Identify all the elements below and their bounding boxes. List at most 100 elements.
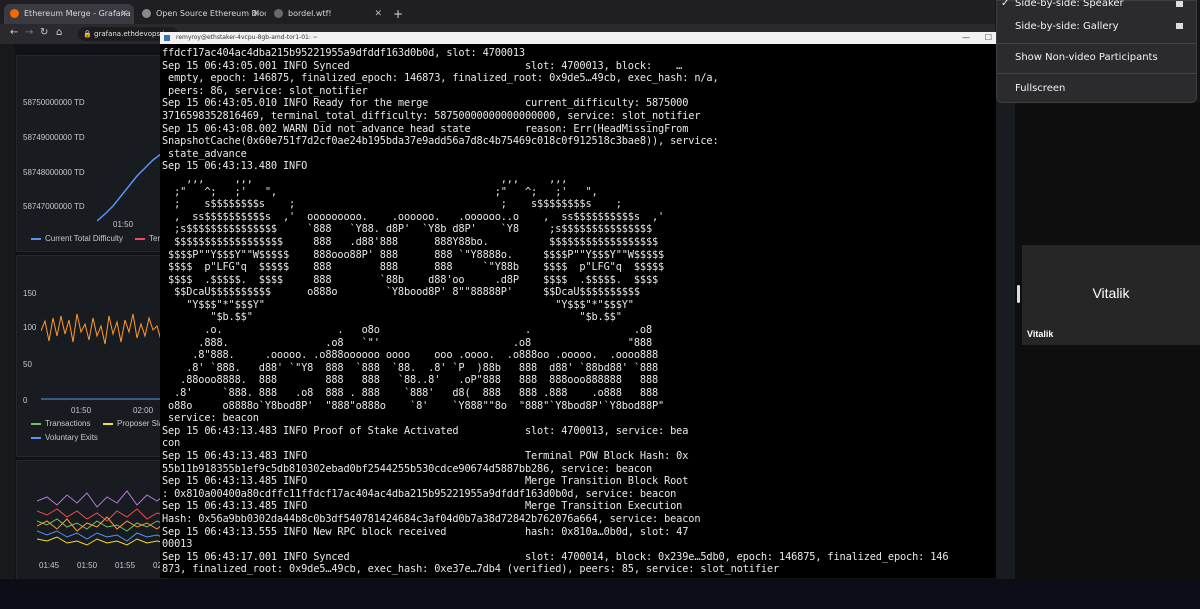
x-tick-label: 01:50 bbox=[77, 561, 98, 570]
terminal-line: , ss$$$$$$$$$$s ,' ooooooooo. .oooooo. .… bbox=[162, 210, 665, 223]
terminal-line: $$$$$$$$$$$$$$$$$$ 888 .d88'888 888Y88bo… bbox=[162, 235, 659, 248]
url-text: grafana.ethdevops.i bbox=[94, 30, 165, 38]
legend-item[interactable]: Ter bbox=[135, 234, 160, 243]
legend-swatch bbox=[31, 237, 41, 240]
terminal-output[interactable]: ffdcf17ac404ac4dba215b95221955a9dfddf163… bbox=[162, 47, 996, 577]
legend-label: Current Total Difficulty bbox=[45, 234, 123, 243]
close-icon[interactable]: ✕ bbox=[374, 4, 382, 24]
x-tick-label: 01:55 bbox=[115, 561, 136, 570]
difficulty-line-chart bbox=[97, 149, 167, 222]
series-line bbox=[37, 490, 167, 508]
panel-transactions: 150 100 50 0 01:50 02:00 Transactions Pr… bbox=[16, 255, 168, 457]
browser-tab-bar: Ethereum Merge - Grafana ✕ Open Source E… bbox=[0, 0, 995, 24]
y-tick-label: 58749000000 TD bbox=[23, 133, 85, 142]
terminal-line: .8' `888. d88' `"Y8 888 `888 `88. .8' `P… bbox=[162, 361, 659, 374]
terminal-line: Sep 15 06:43:13.485 INFO Merge Transitio… bbox=[162, 500, 683, 513]
forward-icon[interactable]: → bbox=[25, 27, 33, 38]
difficulty-series-line bbox=[97, 149, 167, 222]
check-icon: ✓ bbox=[1001, 0, 1010, 9]
terminal-line: Sep 15 06:43:13.555 INFO New RPC block r… bbox=[162, 525, 689, 538]
lock-icon: 🔒 bbox=[83, 30, 92, 38]
terminal-line: Sep 15 06:43:05.001 INFO Synced slot: 47… bbox=[162, 59, 683, 72]
back-icon[interactable]: ← bbox=[10, 27, 18, 38]
series-line bbox=[37, 536, 167, 546]
terminal-line: 55b11b918355b1ef9c5db810302ebad0bf254425… bbox=[162, 462, 652, 475]
x-tick-label: 02:00 bbox=[133, 406, 154, 415]
y-tick-label: 58748000000 TD bbox=[23, 168, 85, 177]
terminal-line: Sep 15 06:43:13.483 INFO Terminal POW Bl… bbox=[162, 450, 689, 462]
y-tick-label: 100 bbox=[23, 323, 37, 332]
close-icon[interactable]: ✕ bbox=[252, 4, 260, 24]
terminal-line: $$$$ .$$$$$. $$$$ 888 `88b d88'oo .d8P $… bbox=[162, 273, 659, 286]
legend-item[interactable]: Transactions bbox=[31, 419, 91, 428]
legend-label: Transactions bbox=[45, 419, 91, 428]
menu-divider bbox=[997, 73, 1196, 74]
terminal-line: 00013 bbox=[162, 538, 193, 551]
terminal-line: ;" ^; ;' ", ;" ^; ;' ", bbox=[162, 185, 598, 198]
layout-gallery-icon bbox=[1176, 23, 1183, 29]
terminal-title-bar[interactable]: remyroy@ethstaker-4vcpu-8gb-amd-tor1-01:… bbox=[160, 32, 996, 44]
terminal-line: Sep 15 06:43:17.001 INFO Synced slot: 47… bbox=[162, 550, 949, 563]
menu-item-show-non-video-participants[interactable]: Show Non-video Participants bbox=[1015, 52, 1158, 63]
resize-handle[interactable] bbox=[1017, 285, 1020, 303]
menu-item-side-by-side-gallery[interactable]: Side-by-side: Gallery bbox=[1015, 21, 1119, 32]
terminal-line: empty, epoch: 146875, finalized_epoch: 1… bbox=[162, 72, 719, 85]
page-icon bbox=[274, 9, 283, 18]
terminal-line: : 0x810a00400a80cdffc11ffdcf17ac404ac4db… bbox=[162, 487, 677, 500]
terminal-line: $$DcaU$$$$$$$$$$ o888o `Y8bood8P' 8""888… bbox=[162, 286, 640, 299]
terminal-line: ; s$$$$$$$$s ; ; s$$$$$$$$s ; bbox=[162, 198, 622, 211]
menu-item-side-by-side-speaker[interactable]: Side-by-side: Speaker bbox=[1015, 0, 1124, 9]
legend-swatch bbox=[103, 422, 113, 425]
legend-item[interactable]: Proposer Sla bbox=[103, 419, 163, 428]
terminal-line: state_advance bbox=[162, 147, 247, 160]
tab-blockchain-explorer[interactable]: Open Source Ethereum Blockchain Ex ✕ bbox=[136, 4, 266, 24]
terminal-line: o88o o8888o`Y8bod8P' "888"o888o `8' `Y88… bbox=[162, 399, 665, 412]
terminal-line: .888. .o8 `"' .o8 "888 bbox=[162, 336, 652, 349]
y-tick-label: 50 bbox=[23, 360, 32, 369]
reload-icon[interactable]: ↻ bbox=[40, 27, 48, 38]
grafana-sidebar bbox=[0, 44, 15, 579]
terminal-line: ffdcf17ac404ac4dba215b95221955a9dfddf163… bbox=[162, 47, 525, 59]
tab-ethereum-merge-grafana[interactable]: Ethereum Merge - Grafana ✕ bbox=[4, 4, 134, 24]
new-tab-button[interactable]: + bbox=[388, 4, 408, 24]
plus-icon: + bbox=[393, 7, 404, 21]
legend-label: Voluntary Exits bbox=[45, 433, 98, 442]
y-tick-label: 0 bbox=[23, 396, 28, 405]
legend-label: Ter bbox=[149, 234, 161, 243]
participant-tile[interactable]: Vitalik Vitalik bbox=[1017, 245, 1200, 345]
x-tick-label: 01:45 bbox=[39, 561, 60, 570]
menu-divider bbox=[997, 43, 1196, 44]
terminal-line: Sep 15 06:43:05.010 INFO Ready for the m… bbox=[162, 97, 689, 110]
terminal-line: 3716598352816469, terminal_total_difficu… bbox=[162, 109, 701, 122]
grafana-icon bbox=[10, 9, 19, 18]
minimize-icon[interactable]: — bbox=[962, 32, 970, 44]
x-tick-label: 01:50 bbox=[113, 220, 134, 229]
zoom-view-menu: ✓ Side-by-side: Speaker Side-by-side: Ga… bbox=[996, 0, 1197, 103]
terminal-line: .8"888. .ooooo. .o888oooooo oooo ooo .oo… bbox=[162, 349, 659, 362]
transactions-series-line bbox=[41, 313, 166, 345]
transactions-chart bbox=[41, 313, 167, 400]
maximize-icon[interactable]: ☐ bbox=[985, 32, 992, 44]
bottom-bar bbox=[0, 579, 1200, 609]
terminal-title: remyroy@ethstaker-4vcpu-8gb-amd-tor1-01:… bbox=[176, 34, 318, 41]
terminal-line: Sep 15 06:43:13.480 INFO bbox=[162, 160, 308, 173]
terminal-line: ,,, ,,, ,,, ,,, bbox=[162, 172, 568, 185]
participant-name: Vitalik bbox=[1092, 285, 1130, 301]
tab-bordel[interactable]: bordel.wtf! ✕ bbox=[268, 4, 388, 24]
legend-item[interactable]: Voluntary Exits bbox=[31, 433, 98, 442]
terminal-window[interactable]: remyroy@ethstaker-4vcpu-8gb-amd-tor1-01:… bbox=[160, 32, 996, 578]
terminal-line: SnapshotCache(0x60e751f7d2cf0ae24b195bda… bbox=[162, 135, 719, 148]
y-tick-label: 150 bbox=[23, 289, 37, 298]
home-icon[interactable]: ⌂ bbox=[56, 27, 62, 38]
legend-swatch bbox=[31, 436, 41, 439]
terminal-line: Sep 15 06:43:13.485 INFO Merge Transitio… bbox=[162, 475, 689, 488]
terminal-line: Sep 15 06:43:13.483 INFO Proof of Stake … bbox=[162, 424, 689, 437]
menu-item-fullscreen[interactable]: Fullscreen bbox=[1015, 83, 1065, 94]
tab-title: Open Source Ethereum Blockchain Ex bbox=[156, 9, 266, 18]
terminal-line: $$$$ p"LFG"q $$$$$ 888 888 888 `"Y88b $$… bbox=[162, 261, 665, 274]
tab-title: Ethereum Merge - Grafana bbox=[24, 9, 131, 18]
terminal-line: "$b.$$" "$b.$$" bbox=[162, 311, 622, 324]
legend-swatch bbox=[31, 422, 41, 425]
legend-item[interactable]: Current Total Difficulty bbox=[31, 234, 123, 243]
close-icon[interactable]: ✕ bbox=[120, 4, 128, 24]
